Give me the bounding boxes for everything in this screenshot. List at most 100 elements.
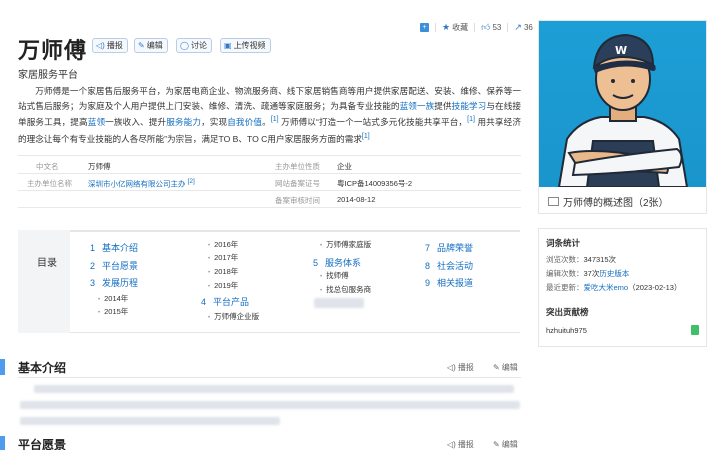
- add-icon[interactable]: +: [420, 22, 429, 32]
- toc-sub-find-contractor[interactable]: 找总包服务商: [320, 284, 371, 295]
- updated-label: 最近更新：: [546, 283, 584, 292]
- history-version-link[interactable]: 历史版本: [599, 269, 629, 278]
- page-title: 万师傅: [18, 38, 88, 63]
- reference-link[interactable]: [1]: [271, 116, 279, 123]
- section-edit-button[interactable]: ✎ 编辑: [493, 439, 518, 450]
- toc-item-vision[interactable]: 2 平台愿景: [90, 259, 138, 272]
- thumbs-up-icon: 👍︎: [481, 21, 491, 32]
- link-service-ability[interactable]: 服务能力: [166, 117, 201, 127]
- toc-number: 1: [90, 243, 96, 253]
- svg-text:W: W: [615, 44, 627, 57]
- discuss-button[interactable]: ◯ 讨论: [176, 38, 212, 53]
- blurred-text-line: [34, 385, 514, 393]
- star-icon: ★: [442, 21, 451, 32]
- updated-user-link[interactable]: 爱吃大米emo: [584, 283, 629, 292]
- upload-video-label: 上传视频: [233, 41, 266, 50]
- toc-text: 相关报道: [437, 278, 474, 288]
- section-edit-button[interactable]: ✎ 编辑: [493, 362, 518, 373]
- info-label-sponsor-type: 主办单位性质: [275, 162, 320, 171]
- report-button[interactable]: ◁) 播报: [92, 38, 128, 53]
- picture-caption[interactable]: 万师傅的概述图（2张）: [548, 194, 669, 209]
- collect-button[interactable]: ★ 收藏: [442, 22, 468, 33]
- toc-sub-2017[interactable]: 2017年: [208, 252, 238, 263]
- toc-text: 社会活动: [437, 261, 474, 271]
- section-report-button[interactable]: ◁) 播报: [447, 439, 474, 450]
- link-self-value[interactable]: 自我价值: [227, 117, 262, 127]
- summary-text: 一族收入、提升: [105, 117, 167, 128]
- picture-caption-text: 万师傅的概述图（2张）: [563, 198, 669, 209]
- picture-icon: [548, 197, 559, 206]
- info-label-cn-name: 中文名: [36, 162, 59, 171]
- views-value: 347315次: [583, 255, 617, 264]
- toc-item-reports[interactable]: 9 相关报道: [425, 276, 473, 289]
- info-value-sponsor-type: 企业: [337, 162, 352, 171]
- summary-text: 。: [262, 117, 271, 128]
- divider: [18, 207, 521, 208]
- reference-link[interactable]: [1]: [362, 133, 370, 140]
- toc-text: 基本介绍: [102, 243, 139, 253]
- toc-sub-2018[interactable]: 2018年: [208, 266, 238, 277]
- toc-number: 5: [313, 258, 319, 268]
- sponsor-link[interactable]: 深圳市小亿网络有限公司主办: [88, 180, 186, 189]
- info-value-sponsor[interactable]: 深圳市小亿网络有限公司主办 [2]: [88, 178, 195, 190]
- stats-edits: 编辑次数：37次历史版本: [546, 268, 629, 279]
- toc-sub-2019[interactable]: 2019年: [208, 280, 238, 291]
- info-value-cn-name: 万师傅: [88, 162, 111, 171]
- stats-updated: 最近更新：爱吃大米emo（2023-02-13）: [546, 282, 681, 293]
- toc-item-social[interactable]: 8 社会活动: [425, 259, 473, 272]
- pencil-icon: ✎: [493, 440, 500, 449]
- toc-item-honors[interactable]: 7 品牌荣誉: [425, 241, 473, 254]
- info-value-icp: 粤ICP备14009356号-2: [337, 179, 413, 188]
- worker-mascot-illustration: W: [557, 33, 689, 187]
- toc-number: 3: [90, 278, 96, 288]
- edits-value: 37次: [583, 269, 600, 278]
- toc-number: 2: [90, 261, 96, 271]
- section-divider: [18, 377, 521, 378]
- divider: [18, 155, 521, 156]
- page-subtitle: 家居服务平台: [18, 70, 78, 81]
- toc-sub-find-master[interactable]: 找师傅: [320, 270, 349, 281]
- badge-icon: [691, 325, 699, 335]
- section-report-button[interactable]: ◁) 播报: [447, 362, 474, 373]
- link-skill-learning[interactable]: 技能学习: [452, 101, 487, 111]
- toc-sub-2015[interactable]: 2015年: [98, 306, 128, 317]
- info-label-review-time: 备案审核时间: [275, 196, 320, 205]
- discuss-label: 讨论: [190, 41, 207, 50]
- toc-text: 平台产品: [213, 297, 250, 307]
- toc-number: 7: [425, 243, 431, 253]
- stats-views: 浏览次数：347315次: [546, 254, 616, 265]
- toc-sub-2016[interactable]: 2016年: [208, 239, 238, 250]
- link-blue-collar-2[interactable]: 蓝领: [88, 117, 105, 127]
- info-label-icp: 网站备案证号: [275, 179, 320, 188]
- edit-button[interactable]: ✎ 编辑: [134, 38, 168, 53]
- collect-label: 收藏: [452, 22, 469, 32]
- toc-sub-enterprise[interactable]: 万师傅企业版: [208, 311, 259, 322]
- like-button[interactable]: 👍︎ 53: [481, 22, 501, 33]
- toc-label: 目录: [37, 258, 57, 269]
- toc-item-service[interactable]: 5 服务体系: [313, 256, 361, 269]
- toc-item-history[interactable]: 3 发展历程: [90, 276, 138, 289]
- reference-link[interactable]: [2]: [188, 178, 195, 185]
- upload-video-button[interactable]: ▣ 上传视频: [220, 38, 271, 53]
- share-button[interactable]: ↗ 36: [514, 22, 532, 33]
- divider: [18, 173, 521, 174]
- toc-number: 4: [201, 297, 207, 307]
- contrib-user[interactable]: hzhuituh975: [546, 326, 587, 335]
- toc-sub-2014[interactable]: 2014年: [98, 293, 128, 304]
- toc-item-basic-intro[interactable]: 1 基本介绍: [90, 241, 138, 254]
- pencil-icon: ✎: [493, 363, 500, 372]
- toc-text: 平台愿景: [102, 261, 139, 271]
- toc-text: 服务体系: [325, 258, 362, 268]
- link-blue-collar[interactable]: 蓝领一族: [400, 101, 435, 111]
- overview-picture[interactable]: W: [539, 21, 706, 187]
- pencil-icon: ✎: [138, 41, 145, 50]
- like-count: 53: [492, 22, 502, 32]
- toc-item-products[interactable]: 4 平台产品: [201, 295, 249, 308]
- info-label-sponsor: 主办单位名称: [27, 179, 72, 188]
- toc-sub-family[interactable]: 万师傅家庭版: [320, 239, 371, 250]
- reference-link[interactable]: [1]: [467, 116, 475, 123]
- speaker-icon: ◁): [447, 440, 456, 449]
- blurred-text-line: [20, 401, 520, 409]
- toc-text: 品牌荣誉: [437, 243, 474, 253]
- report-label: 播报: [106, 41, 123, 50]
